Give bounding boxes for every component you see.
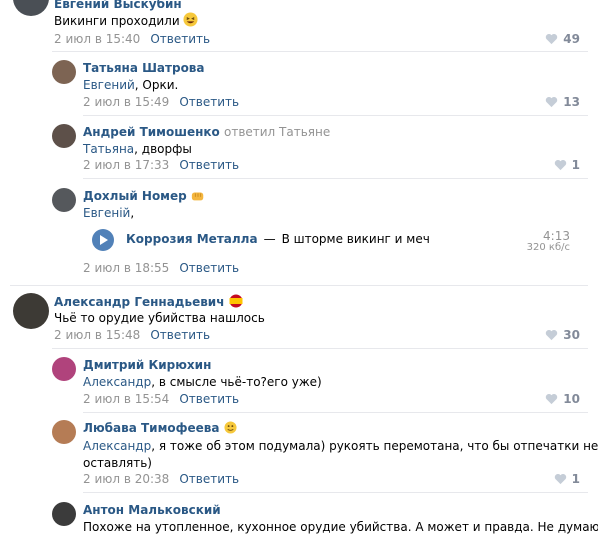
- smiling-emoji-icon: [224, 421, 237, 434]
- addressee-link[interactable]: Татьяна: [83, 142, 134, 156]
- author-name[interactable]: Евгений Выскубин: [54, 0, 182, 11]
- comment-date[interactable]: 2 июл в 15:49: [83, 95, 169, 109]
- like-count: 30: [563, 328, 580, 342]
- heart-icon: [546, 96, 558, 108]
- author-name[interactable]: Татьяна Шатрова: [83, 61, 205, 75]
- author-name[interactable]: Любава Тимофеева: [83, 421, 237, 435]
- comment-date[interactable]: 2 июл в 15:40: [54, 32, 140, 46]
- separator: [83, 412, 588, 413]
- play-icon[interactable]: [92, 229, 114, 251]
- avatar[interactable]: [52, 188, 76, 212]
- separator: [52, 51, 588, 52]
- like-button[interactable]: 1: [554, 472, 580, 486]
- like-button[interactable]: 49: [545, 32, 580, 46]
- separator: [83, 492, 588, 493]
- reply-button[interactable]: Ответить: [150, 32, 210, 46]
- audio-artist[interactable]: Коррозия Металла: [126, 232, 258, 246]
- comment-text: Татьяна, дворфы: [83, 142, 192, 156]
- heart-icon: [546, 33, 558, 45]
- comment-meta: 2 июл в 20:38 Ответить: [83, 472, 239, 486]
- addressee-link[interactable]: Евгеній: [83, 206, 130, 220]
- comment-meta: 2 июл в 15:40 Ответить: [54, 32, 210, 46]
- avatar[interactable]: [13, 293, 49, 329]
- avatar[interactable]: [52, 60, 76, 84]
- avatar[interactable]: [52, 124, 76, 148]
- replied-to-label: ответил Татьяне: [223, 125, 331, 139]
- like-button[interactable]: 1: [554, 158, 580, 172]
- heart-icon: [546, 393, 558, 405]
- reply-button[interactable]: Ответить: [179, 392, 239, 406]
- like-button[interactable]: 30: [545, 328, 580, 342]
- comment-text: Александр, я тоже об этом подумала) руко…: [83, 439, 598, 453]
- comment-text: Похоже на утопленное, кухонное орудие уб…: [83, 520, 598, 534]
- author-name[interactable]: Андрей Тимошенко ответил Татьяне: [83, 125, 330, 139]
- heart-icon: [546, 329, 558, 341]
- reply-button[interactable]: Ответить: [179, 261, 239, 275]
- comment-meta: 2 июл в 17:33 Ответить: [83, 158, 239, 172]
- reply-button[interactable]: Ответить: [179, 95, 239, 109]
- author-name[interactable]: Антон Мальковский: [83, 503, 221, 517]
- fist-emoji-icon: [191, 192, 204, 201]
- like-count: 49: [563, 32, 580, 46]
- author-name[interactable]: Дмитрий Кирюхин: [83, 358, 211, 372]
- comment-text: Александр, в смысле чьё-то?его уже): [83, 375, 322, 389]
- audio-bitrate: 320 кб/с: [526, 242, 570, 253]
- comment-text: Евгеній,: [83, 206, 135, 220]
- addressee-link[interactable]: Александр: [83, 375, 151, 389]
- comment-text-continued: оставлять): [83, 456, 152, 470]
- laughing-emoji-icon: [183, 12, 199, 27]
- separator: [83, 115, 588, 116]
- comment-text: Чьё то орудие убийства нашлось: [54, 311, 265, 325]
- comment-date[interactable]: 2 июл в 18:55: [83, 261, 169, 275]
- avatar[interactable]: [13, 0, 49, 16]
- comment-date[interactable]: 2 июл в 20:38: [83, 472, 169, 486]
- comment-date[interactable]: 2 июл в 15:48: [54, 328, 140, 342]
- separator: [10, 285, 588, 286]
- addressee-link[interactable]: Александр: [83, 439, 151, 453]
- separator: [83, 178, 588, 179]
- audio-attachment[interactable]: Коррозия Металла — В шторме викинг и меч 4…: [92, 229, 570, 257]
- avatar[interactable]: [52, 357, 76, 381]
- spain-flag-icon: [229, 294, 243, 308]
- avatar[interactable]: [52, 502, 76, 526]
- addressee-link[interactable]: Евгений: [83, 78, 135, 92]
- like-button[interactable]: 13: [545, 95, 580, 109]
- comment-meta: 2 июл в 18:55 Ответить: [83, 261, 239, 275]
- like-count: 13: [563, 95, 580, 109]
- audio-title: В шторме викинг и меч: [281, 232, 430, 246]
- comment-text: Евгений, Орки.: [83, 78, 179, 92]
- audio-track-title[interactable]: Коррозия Металла — В шторме викинг и меч: [126, 232, 430, 246]
- comment-text: Викинги проходили: [54, 12, 199, 28]
- audio-duration: 4:13: [543, 229, 570, 243]
- reply-button[interactable]: Ответить: [179, 472, 239, 486]
- comment-meta: 2 июл в 15:48 Ответить: [54, 328, 210, 342]
- reply-button[interactable]: Ответить: [150, 328, 210, 342]
- author-name[interactable]: Александр Геннадьевич: [54, 294, 243, 309]
- separator: [52, 348, 588, 349]
- comment-date[interactable]: 2 июл в 17:33: [83, 158, 169, 172]
- like-count: 1: [571, 472, 580, 486]
- reply-button[interactable]: Ответить: [179, 158, 239, 172]
- comment-meta: 2 июл в 15:54 Ответить: [83, 392, 239, 406]
- like-count: 10: [563, 392, 580, 406]
- author-name[interactable]: Дохлый Номер: [83, 189, 205, 203]
- heart-icon: [554, 159, 566, 171]
- comment-meta: 2 июл в 15:49 Ответить: [83, 95, 239, 109]
- like-count: 1: [571, 158, 580, 172]
- like-button[interactable]: 10: [545, 392, 580, 406]
- comment-date[interactable]: 2 июл в 15:54: [83, 392, 169, 406]
- avatar[interactable]: [52, 420, 76, 444]
- heart-icon: [554, 473, 566, 485]
